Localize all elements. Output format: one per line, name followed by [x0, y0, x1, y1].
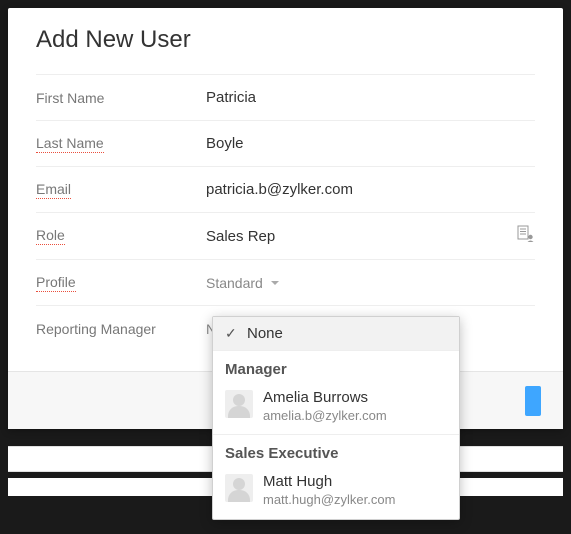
row-first-name: First Name: [36, 74, 535, 120]
role-lookup-icon[interactable]: [517, 225, 535, 247]
row-role: Role: [36, 212, 535, 259]
dialog-title: Add New User: [36, 26, 535, 54]
row-last-name: Last Name: [36, 120, 535, 166]
label-role: Role: [36, 227, 65, 245]
label-email: Email: [36, 181, 71, 199]
reporting-manager-dropdown: ✓ None Manager Amelia Burrows amelia.b@z…: [212, 316, 460, 520]
row-email: Email: [36, 166, 535, 212]
dropdown-group-manager: Manager: [213, 350, 459, 382]
label-last-name: Last Name: [36, 135, 104, 153]
dropdown-option-amelia-burrows[interactable]: Amelia Burrows amelia.b@zylker.com: [213, 382, 459, 434]
avatar-icon: [225, 474, 253, 502]
dropdown-none-label: None: [247, 325, 283, 342]
input-role[interactable]: [206, 228, 405, 245]
select-profile[interactable]: Standard: [206, 275, 279, 291]
label-first-name: First Name: [36, 90, 206, 106]
label-profile: Profile: [36, 274, 76, 292]
dropdown-option-none[interactable]: ✓ None: [213, 317, 459, 350]
input-last-name[interactable]: [206, 135, 535, 152]
person-info: Amelia Burrows amelia.b@zylker.com: [263, 388, 387, 424]
input-first-name[interactable]: [206, 89, 535, 106]
input-email[interactable]: [206, 181, 535, 198]
row-profile: Profile Standard: [36, 259, 535, 305]
dropdown-group-sales-executive: Sales Executive: [213, 434, 459, 466]
person-email: matt.hugh@zylker.com: [263, 492, 395, 509]
dialog-header: Add New User: [8, 8, 563, 74]
primary-button[interactable]: [525, 386, 541, 416]
person-name: Amelia Burrows: [263, 388, 387, 408]
person-name: Matt Hugh: [263, 472, 395, 492]
person-email: amelia.b@zylker.com: [263, 408, 387, 425]
avatar-icon: [225, 390, 253, 418]
chevron-down-icon: [271, 281, 279, 285]
person-info: Matt Hugh matt.hugh@zylker.com: [263, 472, 395, 508]
dropdown-option-matt-hugh[interactable]: Matt Hugh matt.hugh@zylker.com: [213, 466, 459, 518]
check-icon: ✓: [225, 325, 241, 342]
select-profile-value: Standard: [206, 275, 263, 291]
label-reporting-manager: Reporting Manager: [36, 321, 206, 337]
